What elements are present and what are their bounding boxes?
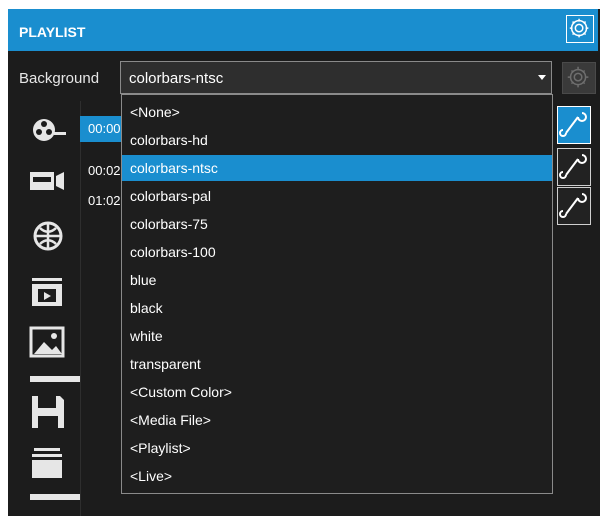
dropdown-option[interactable]: white bbox=[122, 323, 552, 349]
open-folder-icon[interactable] bbox=[26, 442, 70, 486]
dropdown-option[interactable]: colorbars-pal bbox=[122, 183, 552, 209]
sidebar-divider bbox=[30, 494, 80, 500]
row-settings-button[interactable] bbox=[557, 106, 591, 144]
row-settings-button[interactable] bbox=[557, 187, 591, 225]
gear-icon bbox=[569, 18, 589, 38]
row-settings-button[interactable] bbox=[557, 148, 591, 186]
folder-media-icon[interactable] bbox=[26, 270, 70, 314]
background-label: Background bbox=[19, 70, 100, 87]
dropdown-option[interactable]: colorbars-hd bbox=[122, 127, 552, 153]
camera-icon[interactable] bbox=[26, 158, 70, 202]
settings-button[interactable] bbox=[566, 15, 594, 43]
dropdown-option[interactable]: black bbox=[122, 295, 552, 321]
image-icon[interactable] bbox=[26, 322, 70, 366]
row-time: 01:02 bbox=[88, 193, 121, 208]
background-settings-button[interactable] bbox=[562, 62, 596, 94]
sidebar bbox=[20, 108, 78, 516]
dropdown-option[interactable]: colorbars-100 bbox=[122, 239, 552, 265]
dropdown-option[interactable]: <Live> bbox=[122, 463, 552, 489]
dropdown-option[interactable]: <Custom Color> bbox=[122, 379, 552, 405]
title-bar bbox=[8, 9, 598, 51]
wrench-icon bbox=[559, 154, 587, 179]
dropdown-option[interactable]: colorbars-ntsc bbox=[122, 155, 552, 181]
background-dropdown-list: <None> colorbars-hd colorbars-ntsc color… bbox=[121, 94, 553, 494]
globe-icon[interactable] bbox=[26, 214, 70, 258]
chevron-down-icon[interactable] bbox=[538, 75, 546, 80]
wrench-icon bbox=[559, 193, 587, 218]
sidebar-divider bbox=[30, 376, 80, 382]
dropdown-option[interactable]: transparent bbox=[122, 351, 552, 377]
dropdown-option[interactable]: <Playlist> bbox=[122, 435, 552, 461]
dropdown-option[interactable]: <Media File> bbox=[122, 407, 552, 433]
gear-icon bbox=[567, 66, 589, 88]
wrench-icon bbox=[559, 112, 587, 137]
row-time: 00:00 bbox=[88, 121, 121, 136]
panel-title: PLAYLIST bbox=[19, 24, 86, 40]
background-select-value: colorbars-ntsc bbox=[129, 70, 224, 87]
save-icon[interactable] bbox=[26, 390, 70, 434]
row-time: 00:02 bbox=[88, 163, 121, 178]
dropdown-option[interactable]: colorbars-75 bbox=[122, 211, 552, 237]
film-reel-icon[interactable] bbox=[26, 108, 70, 152]
dropdown-option[interactable]: blue bbox=[122, 267, 552, 293]
dropdown-option[interactable]: <None> bbox=[122, 99, 552, 125]
